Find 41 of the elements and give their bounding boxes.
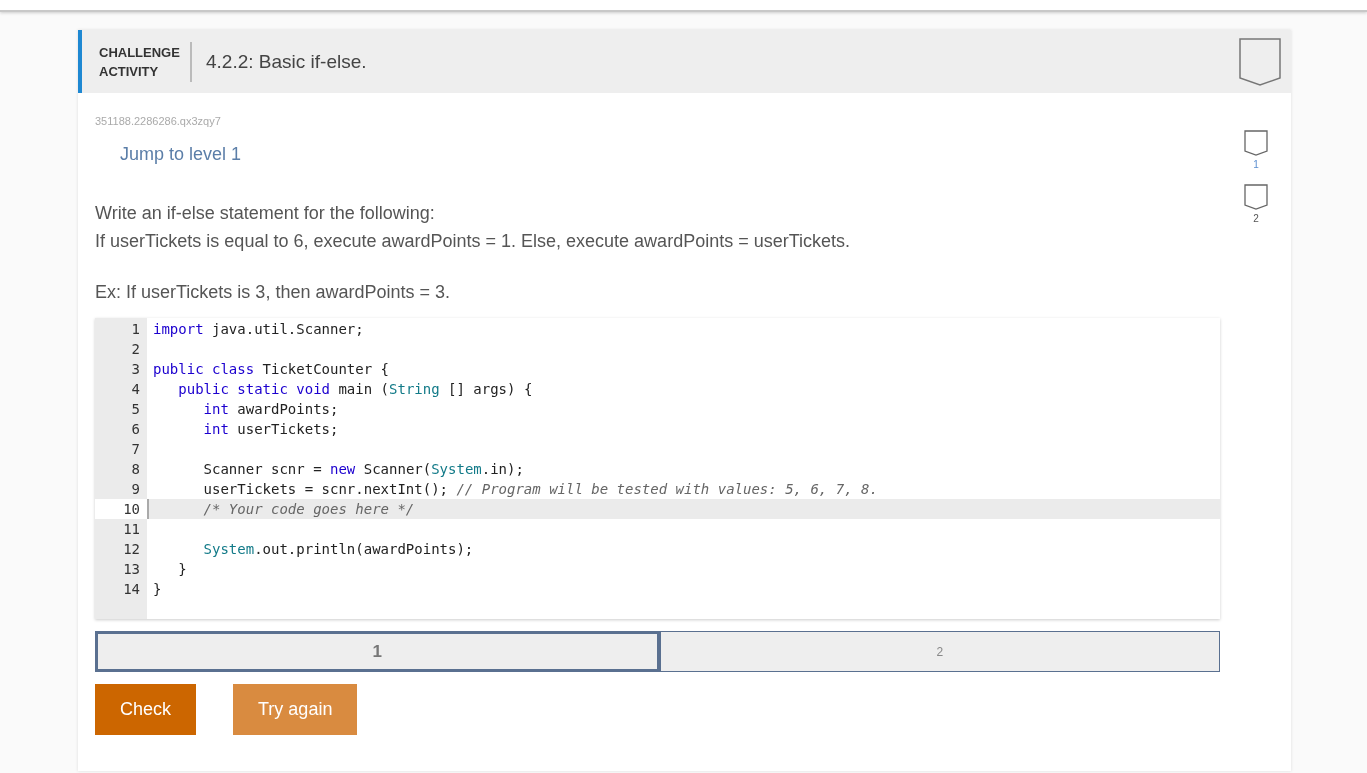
- line-number: 2: [130, 340, 141, 359]
- code-line: public static void main (String [] args) {: [177, 381, 533, 397]
- line-number: 10: [95, 499, 147, 519]
- line-number: 13: [122, 560, 141, 579]
- line-number: 9: [130, 480, 141, 499]
- line-number: 12: [122, 540, 141, 559]
- line-number: 3: [130, 360, 141, 379]
- level-number: 1: [1253, 159, 1259, 170]
- jump-link[interactable]: Jump to level 1: [120, 144, 242, 165]
- line-number: 7: [130, 440, 141, 459]
- activity-id: 351188.2286286.qx3zqy7: [95, 115, 221, 127]
- line-number: 6: [130, 420, 141, 439]
- line-number: 8: [130, 460, 141, 479]
- activity-kind-label: CHALLENGE ACTIVITY: [99, 43, 179, 81]
- line-number: 1: [130, 320, 141, 339]
- code-line: import java.util.Scanner;: [153, 321, 364, 337]
- code-line: int awardPoints;: [202, 401, 339, 417]
- code-editor[interactable]: [95, 318, 1220, 619]
- instruction-text: If userTickets is equal to 6, execute awardPoints = 1. Else, execute awardPoints = userTickets.: [95, 230, 851, 253]
- level-tab[interactable]: 2: [659, 631, 1220, 672]
- line-number: 14: [122, 580, 141, 599]
- code-line: /* Your code goes here */: [202, 501, 415, 517]
- code-line: public class TicketCounter {: [153, 361, 389, 377]
- code-line: Scanner scnr = new Scanner(System.in);: [202, 461, 524, 477]
- code-line: System.out.println(awardPoints);: [202, 541, 474, 557]
- line-number: 5: [130, 400, 141, 419]
- level-badge-icon[interactable]: [1244, 184, 1268, 210]
- code-line: int userTickets;: [202, 421, 339, 437]
- level-number: 2: [1253, 213, 1259, 224]
- activity-title: 4.2.2: Basic if-else.: [206, 50, 368, 73]
- level-badge-icon[interactable]: [1244, 130, 1268, 156]
- badge-icon: [1239, 37, 1281, 86]
- code-line: userTickets = scnr.nextInt(); // Program will be tested with values: 5, 6, 7, 8.: [202, 481, 878, 497]
- example-text: Ex: If userTickets is 3, then awardPoints = 3.: [95, 282, 450, 303]
- code-line: }: [177, 561, 187, 577]
- level-tab[interactable]: 1: [95, 631, 660, 672]
- line-number: 4: [130, 380, 141, 399]
- check-button[interactable]: Check: [95, 684, 197, 735]
- code-line: }: [153, 581, 162, 597]
- line-number: 11: [122, 520, 141, 539]
- instruction-text: Write an if-else statement for the following:: [95, 202, 436, 225]
